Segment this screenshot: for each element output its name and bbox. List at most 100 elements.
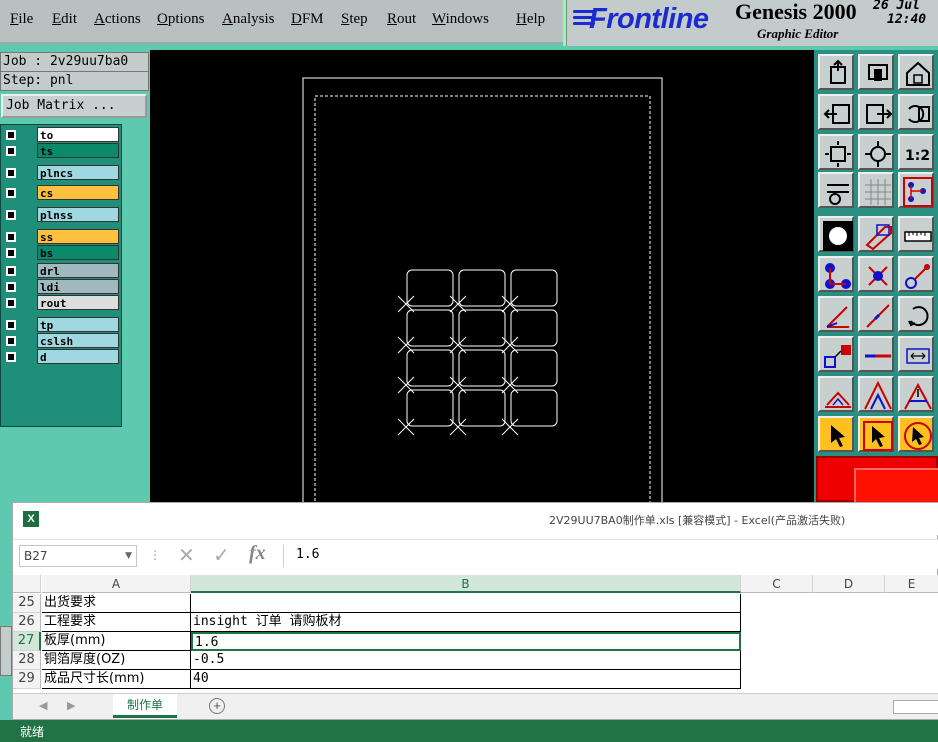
arc-button[interactable] [818,376,854,412]
name-box[interactable]: B27 ▼ [19,545,137,567]
measure-settings-button[interactable] [818,172,854,208]
home-button[interactable] [898,54,934,90]
horizontal-scrollbar[interactable] [893,700,938,714]
layer-row-ts[interactable]: ts [3,143,121,159]
layer-checkbox[interactable] [6,130,16,140]
menu-help[interactable]: Help [516,11,545,28]
layer-checkbox[interactable] [6,146,16,156]
snap-button[interactable] [898,172,934,208]
cell-b[interactable]: 40 [191,670,741,689]
column-header-e[interactable]: E [885,575,938,593]
menu-options[interactable]: Options [157,11,205,28]
layer-row-ss[interactable]: ss [3,229,121,245]
layer-row-plnss[interactable]: plnss [3,207,121,223]
layer-checkbox[interactable] [6,320,16,330]
menu-file[interactable]: File [10,11,33,28]
pin-button[interactable] [898,256,934,292]
column-header-a[interactable]: A [42,575,191,593]
row-header[interactable]: 27 [13,632,41,651]
column-header-b[interactable]: B [191,575,741,593]
column-header-d[interactable]: D [813,575,885,593]
layer-row-tp[interactable]: tp [3,317,121,333]
menu-edit[interactable]: Edit [52,11,77,28]
row-header[interactable]: 29 [13,670,41,689]
row-header[interactable]: 28 [13,651,41,670]
tab-next-icon[interactable]: ▶ [67,699,75,712]
select-shape-button[interactable] [858,216,894,252]
pointer-button[interactable] [818,416,854,452]
connect-button[interactable] [818,256,854,292]
row-header[interactable]: 25 [13,594,41,613]
layer-row-cs[interactable]: cs [3,185,121,201]
cell-a[interactable]: 出货要求 [42,594,191,613]
layer-checkbox[interactable] [6,298,16,308]
layer-row-ldi[interactable]: ldi [3,279,121,295]
pan-right-button[interactable] [858,94,894,130]
horizontal-line-button[interactable] [858,336,894,372]
add-sheet-icon[interactable]: + [209,698,225,714]
menu-rout[interactable]: Rout [387,11,416,28]
ruler-button[interactable] [898,216,934,252]
tab-prev-icon[interactable]: ◀ [39,699,47,712]
layer-row-bs[interactable]: bs [3,245,121,261]
insert-function-icon[interactable]: fx [249,542,266,565]
pointer-box-button[interactable] [858,416,894,452]
grid-button[interactable] [858,172,894,208]
menu-dfm[interactable]: DFM [291,11,324,28]
undo-zoom-button[interactable] [898,94,934,130]
active-cell[interactable]: 1.6 [191,632,741,651]
step-up-button[interactable] [818,54,854,90]
menu-step[interactable]: Step [341,11,368,28]
cell-b[interactable] [191,594,741,613]
step-down-button[interactable] [858,54,894,90]
spacing-button[interactable] [898,336,934,372]
cell-a[interactable]: 工程要求 [42,613,191,632]
line-button[interactable] [858,296,894,332]
zoom-fit-button[interactable] [818,134,854,170]
layer-checkbox[interactable] [6,336,16,346]
rotate-button[interactable] [898,296,934,332]
pan-left-button[interactable] [818,94,854,130]
layer-row-drl[interactable]: drl [3,263,121,279]
formula-input[interactable]: 1.6 [283,545,937,567]
cell-b[interactable]: insight 订单 请购板材 [191,613,741,632]
layer-checkbox[interactable] [6,232,16,242]
line-angle-button[interactable] [818,296,854,332]
zoom-center-button[interactable] [858,134,894,170]
layer-row-rout[interactable]: rout [3,295,121,311]
layer-checkbox[interactable] [6,282,16,292]
enter-check-icon[interactable]: ✓ [213,543,230,568]
layer-checkbox[interactable] [6,188,16,198]
menu-windows[interactable]: Windows [432,11,489,28]
column-header-c[interactable]: C [741,575,813,593]
row-header[interactable]: 26 [13,613,41,632]
layer-row-to[interactable]: to [3,127,121,143]
layer-row-cslsh[interactable]: cslsh [3,333,121,349]
sheet-tab[interactable]: 制作单 [113,694,177,718]
layer-checkbox[interactable] [6,168,16,178]
move-button[interactable] [818,336,854,372]
layer-row-plncs[interactable]: plncs [3,165,121,181]
pointer-clock-button[interactable] [898,416,934,452]
arch-button[interactable] [898,376,934,412]
graphic-canvas[interactable] [150,50,814,509]
menu-analysis[interactable]: Analysis [222,11,275,28]
layer-checkbox[interactable] [6,352,16,362]
cell-a[interactable]: 板厚(mm) [42,632,191,651]
cross-button[interactable] [858,256,894,292]
select-pad-button[interactable] [818,216,854,252]
layer-checkbox[interactable] [6,248,16,258]
chevron-down-icon[interactable]: ▼ [125,546,132,566]
layer-row-d[interactable]: d [3,349,121,365]
menu-actions[interactable]: Actions [94,11,141,28]
cancel-icon[interactable]: ✕ [178,543,195,568]
job-matrix-button[interactable]: Job Matrix ... [1,94,147,118]
cell-a[interactable]: 铜箔厚度(OZ) [42,651,191,670]
layer-checkbox[interactable] [6,266,16,276]
select-all-corner[interactable] [13,575,41,593]
triangle-button[interactable] [858,376,894,412]
cell-b[interactable]: -0.5 [191,651,741,670]
cell-a[interactable]: 成品尺寸长(mm) [42,670,191,689]
zoom-1-2-button[interactable]: 1:2 [898,134,934,170]
layer-checkbox[interactable] [6,210,16,220]
